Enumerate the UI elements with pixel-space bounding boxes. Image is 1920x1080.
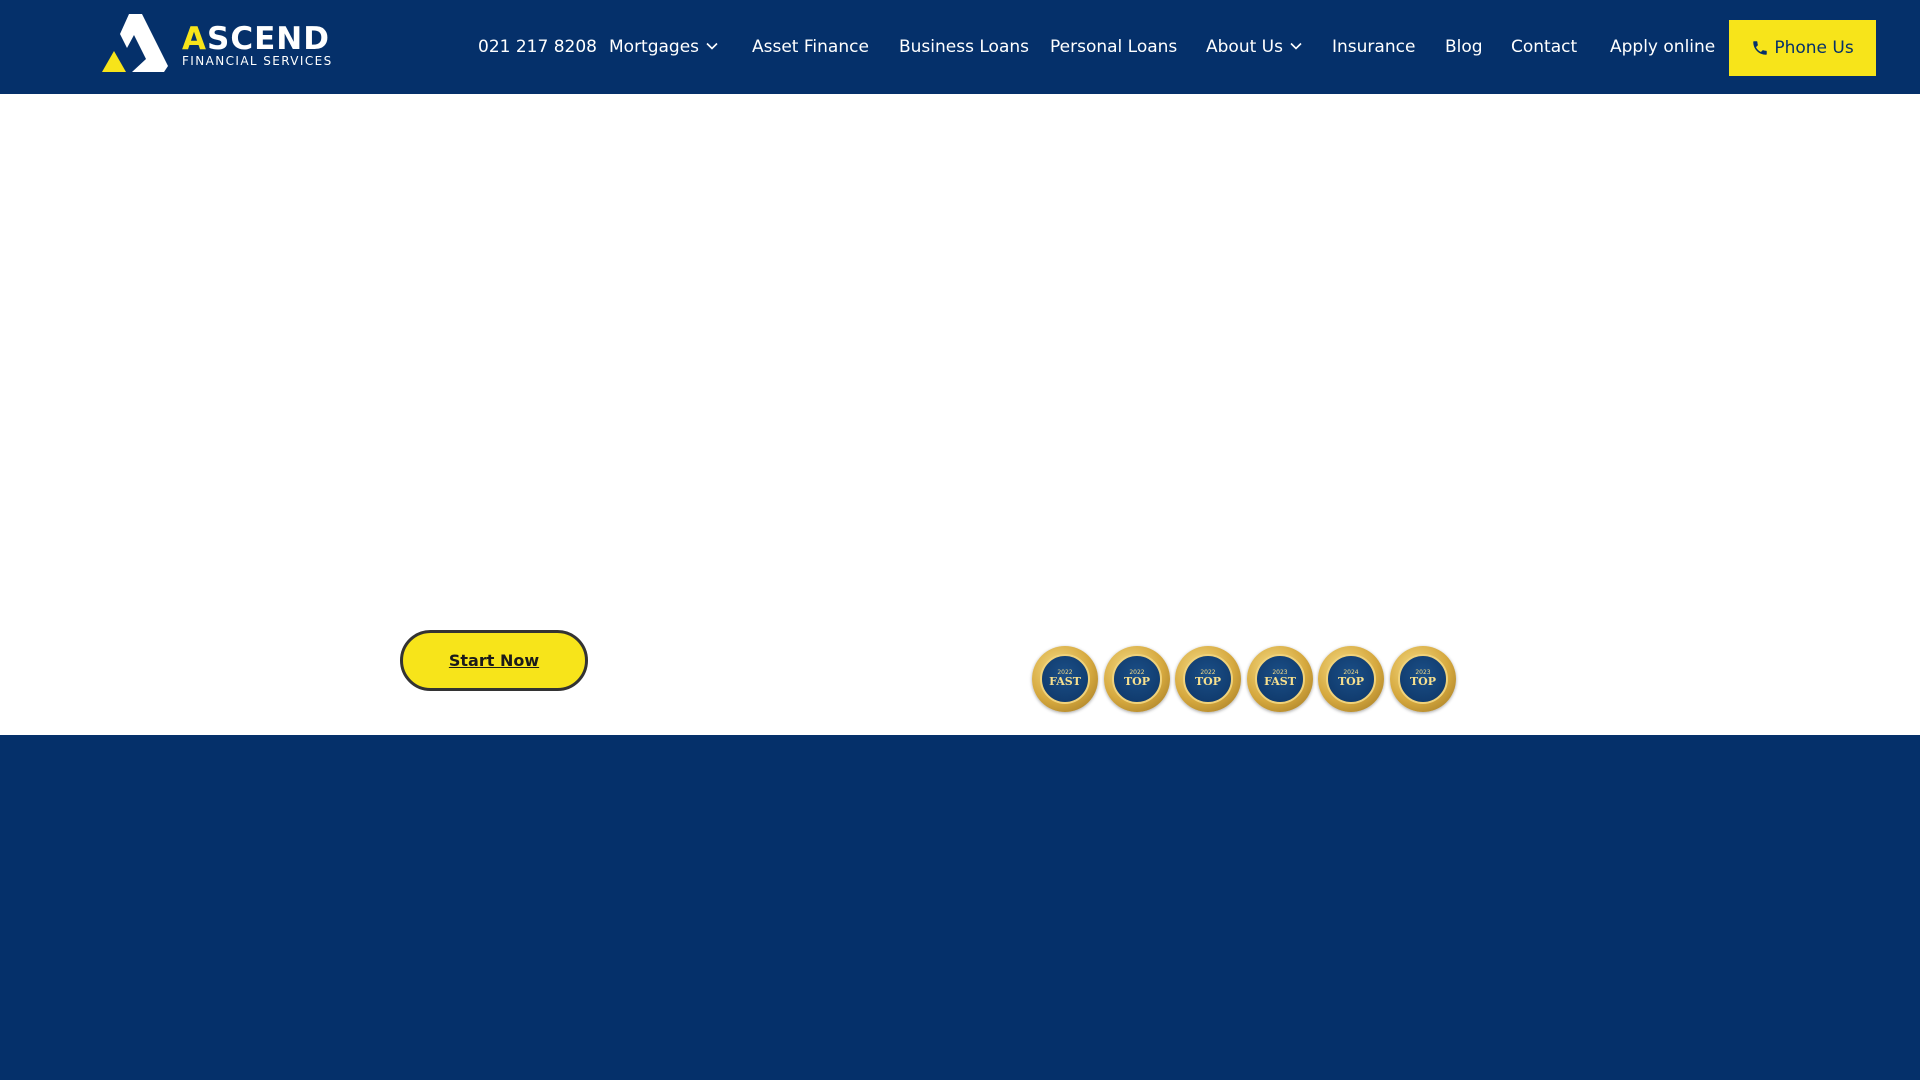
award-badge: 2024 TOP [1318,646,1384,712]
nav-item-personal-loans[interactable]: Personal Loans [1050,36,1177,58]
main-nav: 021 217 8208 Mortgages Asset Finance Bus… [0,0,1920,94]
nav-item-asset-finance[interactable]: Asset Finance [752,36,869,58]
phone-icon [1753,41,1768,55]
site-header: ASCEND FINANCIAL SERVICES 021 217 8208 M… [0,0,1920,94]
nav-item-contact[interactable]: Contact [1511,36,1577,58]
award-badges: 2022 FAST 2022 TOP 2022 TOP 2023 FAST 2024 TO… [1032,646,1460,714]
badge-word: TOP [1123,674,1151,688]
badge-word: TOP [1194,674,1222,688]
nav-item-business-loans[interactable]: Business Loans [899,36,1029,58]
award-badge: 2023 TOP [1390,646,1456,712]
chevron-down-icon [706,42,718,50]
phone-us-button[interactable]: Phone Us [1729,20,1876,76]
phone-us-label: Phone Us [1774,38,1854,58]
navy-content-section [0,735,1920,1080]
nav-item-apply-online[interactable]: Apply online [1610,36,1715,58]
nav-item-blog[interactable]: Blog [1445,36,1483,58]
nav-phone-number[interactable]: 021 217 8208 [478,36,597,58]
badge-word: TOP [1409,674,1437,688]
chevron-down-icon [1290,42,1302,50]
award-badge: 2022 TOP [1104,646,1170,712]
award-badge: 2022 FAST [1032,646,1098,712]
start-now-button[interactable]: Start Now [400,630,588,691]
nav-item-insurance[interactable]: Insurance [1332,36,1415,58]
nav-item-about-us[interactable]: About Us [1206,36,1303,58]
award-badge: 2022 TOP [1175,646,1241,712]
hero-section [0,94,1920,735]
badge-word: FAST [1264,674,1296,688]
badge-word: TOP [1337,674,1365,688]
nav-item-mortgages[interactable]: Mortgages [609,36,719,58]
badge-word: FAST [1049,674,1081,688]
award-badge: 2023 FAST [1247,646,1313,712]
